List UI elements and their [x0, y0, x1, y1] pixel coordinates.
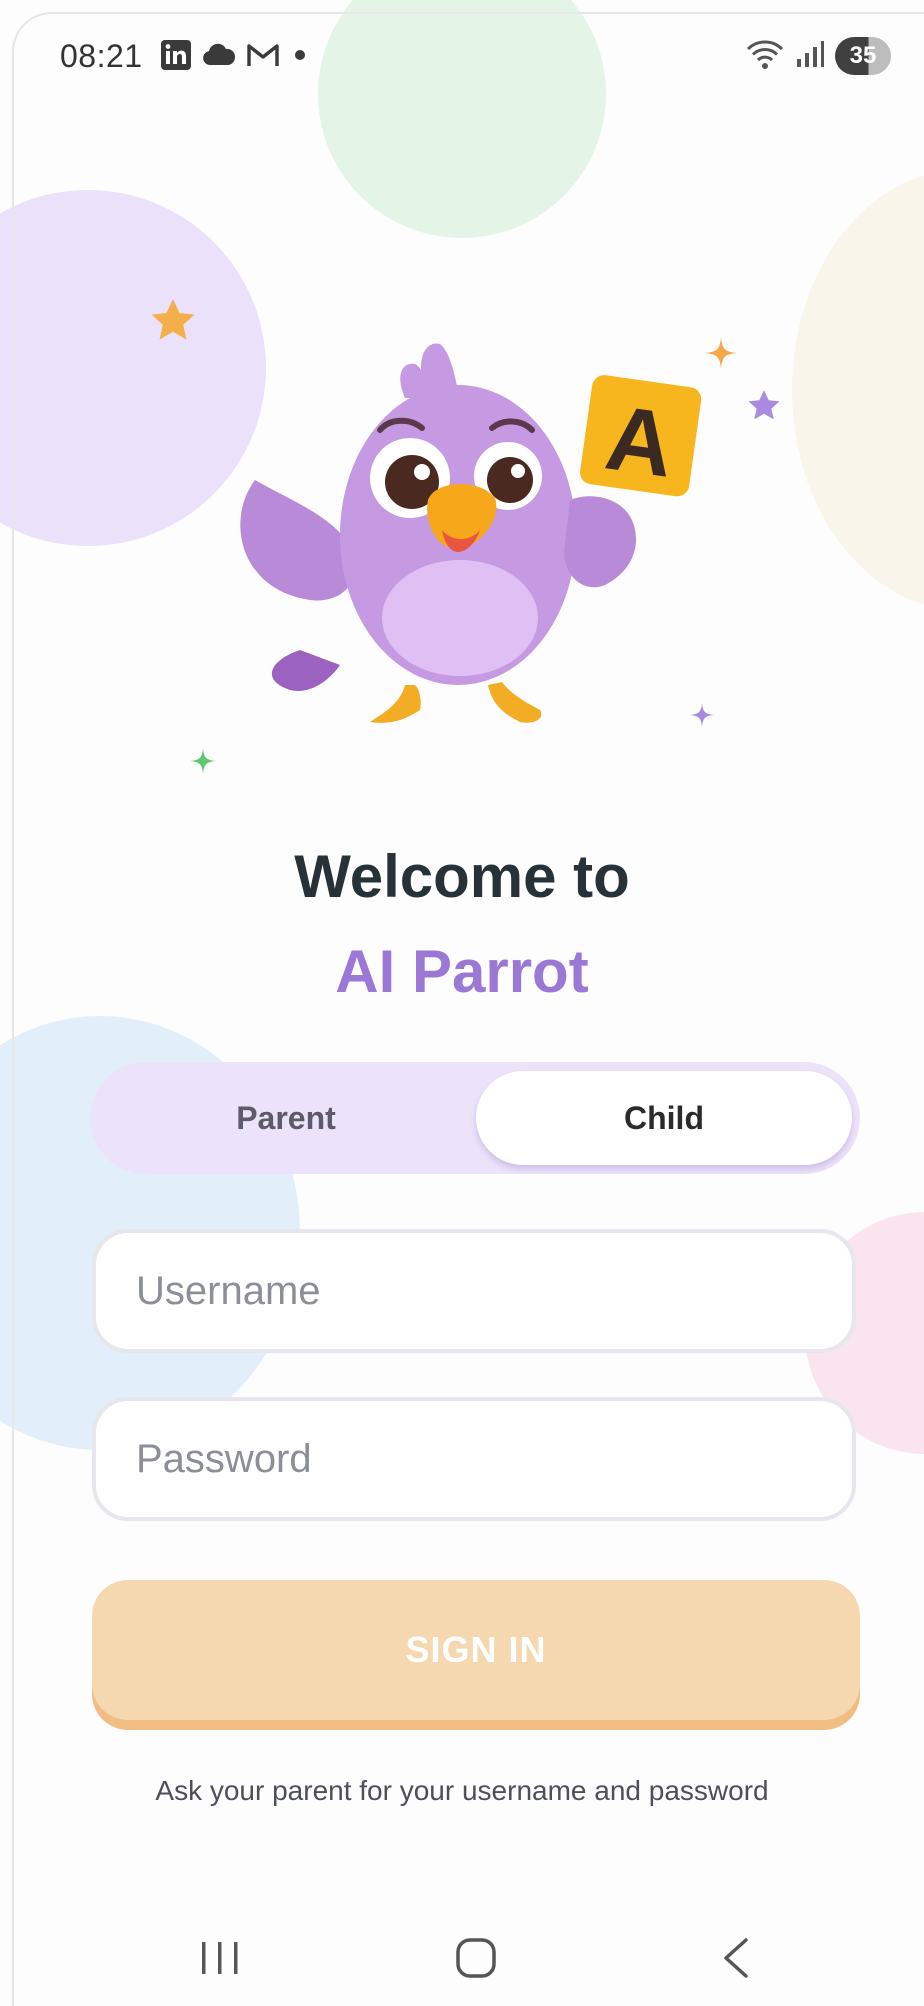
recent-apps-button[interactable]: [190, 1930, 250, 1990]
sparkle-icon: [189, 747, 217, 780]
linkedin-icon: [160, 39, 192, 76]
gmail-icon: [246, 42, 280, 73]
notification-icons: [160, 39, 310, 76]
parrot-mascot-illustration: A: [240, 343, 702, 723]
star-icon: [746, 388, 782, 429]
system-icons: 35: [745, 36, 891, 76]
home-button[interactable]: [446, 1930, 506, 1990]
role-option-child[interactable]: Child: [476, 1071, 852, 1165]
back-button[interactable]: [706, 1930, 766, 1990]
letter-card: A: [600, 387, 680, 497]
bg-blob-purple: [0, 190, 266, 546]
app-name-heading: AI Parrot: [335, 938, 589, 1005]
recent-apps-icon: [198, 1938, 242, 1983]
role-option-parent[interactable]: Parent: [98, 1071, 474, 1165]
role-toggle: Parent Child: [90, 1062, 860, 1174]
password-field-wrapper: [92, 1397, 856, 1521]
wifi-icon: [745, 37, 785, 76]
status-time: 08:21: [60, 38, 143, 74]
signal-icon: [795, 39, 825, 74]
username-field-wrapper: [92, 1229, 856, 1353]
password-input[interactable]: [96, 1401, 852, 1517]
sign-in-button[interactable]: SIGN IN: [92, 1580, 860, 1720]
status-bar: 08:21 35: [0, 0, 924, 110]
back-icon: [718, 1936, 754, 1985]
username-input[interactable]: [96, 1233, 852, 1349]
login-hint: Ask your parent for your username and pa…: [155, 1775, 769, 1806]
star-icon: [148, 296, 198, 351]
welcome-heading: Welcome to: [294, 843, 630, 910]
battery-indicator: 35: [835, 37, 891, 75]
app-screen: 08:21 35 A Welcome to AI Parrot Parent C…: [0, 0, 924, 2006]
parrot-mascot: A: [230, 330, 710, 730]
bg-blob-cream: [792, 170, 924, 610]
cloud-icon: [202, 43, 236, 72]
home-icon: [454, 1936, 498, 1985]
dot-icon: [290, 45, 310, 70]
